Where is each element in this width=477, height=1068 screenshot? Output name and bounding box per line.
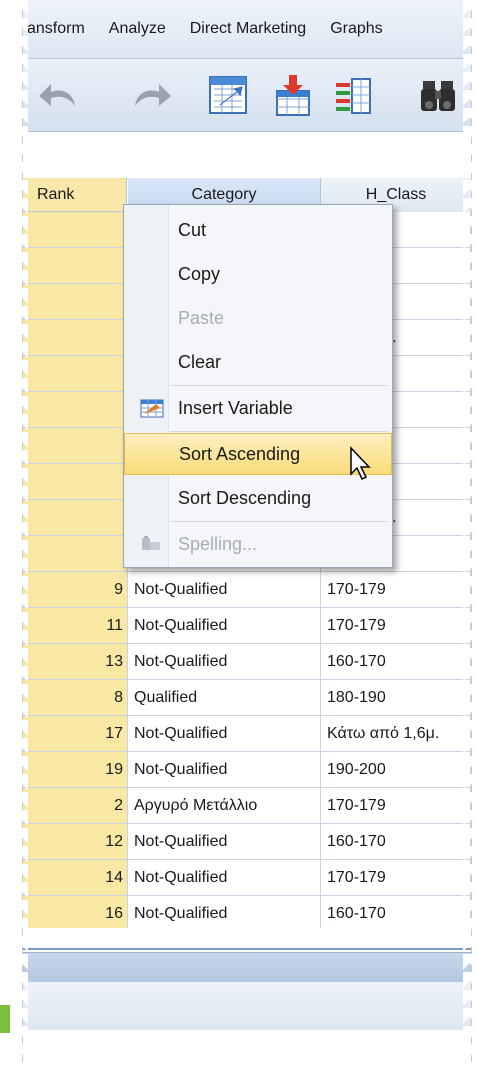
- table-row: 12 Not-Qualified 160-170: [23, 824, 471, 860]
- cell-category[interactable]: Not-Qualified: [128, 644, 321, 680]
- menu-item-sort-descending[interactable]: Sort Descending: [124, 477, 392, 519]
- insert-variable-icon: [140, 398, 164, 418]
- green-status-marker: [0, 1005, 10, 1033]
- menu-item-spelling: Spelling...: [124, 523, 392, 565]
- table-row: 9 Not-Qualified 170-179: [23, 572, 471, 608]
- find-icon[interactable]: [413, 69, 465, 121]
- table-row: 2 Αργυρό Μετάλλιο 170-179: [23, 788, 471, 824]
- cell-h-class[interactable]: 160-170: [321, 644, 471, 680]
- context-menu: Cut Copy Paste Clear Insert Variable Sor…: [123, 204, 393, 568]
- menu-item-copy-label: Copy: [178, 263, 221, 284]
- status-bar: [23, 1030, 471, 1068]
- cell-rank[interactable]: [23, 500, 128, 536]
- cell-rank[interactable]: 14: [23, 860, 128, 896]
- cell-rank[interactable]: 9: [23, 572, 128, 608]
- menu-item-clear[interactable]: Clear: [124, 341, 392, 383]
- table-row: 14 Not-Qualified 170-179: [23, 860, 471, 896]
- cell-rank[interactable]: 16: [23, 896, 128, 932]
- cell-h-class[interactable]: 190-200: [321, 752, 471, 788]
- cell-rank[interactable]: [23, 428, 128, 464]
- cell-rank[interactable]: [23, 356, 128, 392]
- grid-bottom-gap: [23, 928, 471, 950]
- spelling-icon: [140, 534, 164, 554]
- cell-rank[interactable]: 8: [23, 680, 128, 716]
- cell-category[interactable]: Not-Qualified: [128, 860, 321, 896]
- cell-h-class[interactable]: 170-179: [321, 608, 471, 644]
- go-to-case-icon[interactable]: [199, 69, 257, 121]
- column-header-rank[interactable]: Rank: [23, 178, 127, 212]
- cell-h-class[interactable]: 170-179: [321, 788, 471, 824]
- menu-bar: ansform Analyze Direct Marketing Graphs: [23, 0, 471, 59]
- torn-edge-left: [14, 0, 28, 1068]
- cell-category[interactable]: Not-Qualified: [128, 896, 321, 932]
- cell-h-class[interactable]: 170-179: [321, 572, 471, 608]
- table-row: 17 Not-Qualified Κάτω από 1,6μ.: [23, 716, 471, 752]
- cell-category[interactable]: Qualified: [128, 680, 321, 716]
- cell-rank[interactable]: 13: [23, 644, 128, 680]
- cell-rank[interactable]: 17: [23, 716, 128, 752]
- redo-icon[interactable]: [121, 69, 181, 121]
- cell-h-class[interactable]: 160-170: [321, 824, 471, 860]
- cell-h-class[interactable]: Κάτω από 1,6μ.: [321, 716, 471, 752]
- menu-direct-marketing[interactable]: Direct Marketing: [178, 20, 318, 38]
- cell-category[interactable]: Not-Qualified: [128, 572, 321, 608]
- menu-item-sort-ascending-label: Sort Ascending: [179, 443, 301, 464]
- menu-separator: [170, 385, 388, 386]
- menu-graphs[interactable]: Graphs: [318, 20, 394, 38]
- data-editor-window: ansform Analyze Direct Marketing Graphs: [22, 0, 472, 1068]
- menu-item-spelling-label: Spelling...: [178, 533, 258, 554]
- menu-separator: [170, 521, 388, 522]
- menu-item-paste: Paste: [124, 297, 392, 339]
- cell-rank[interactable]: [23, 536, 128, 572]
- menu-analyze[interactable]: Analyze: [97, 20, 178, 38]
- table-row: 8 Qualified 180-190: [23, 680, 471, 716]
- variables-icon[interactable]: [328, 69, 380, 121]
- cell-category[interactable]: Not-Qualified: [128, 752, 321, 788]
- cell-h-class[interactable]: 170-179: [321, 860, 471, 896]
- insert-cases-icon[interactable]: [267, 69, 319, 121]
- mouse-pointer-icon: [350, 446, 371, 481]
- cell-h-class[interactable]: 180-190: [321, 680, 471, 716]
- menu-item-clear-label: Clear: [178, 351, 222, 372]
- cell-h-class[interactable]: 160-170: [321, 896, 471, 932]
- menu-item-copy[interactable]: Copy: [124, 253, 392, 295]
- view-tabs-area: [23, 982, 471, 1031]
- cell-rank[interactable]: 19: [23, 752, 128, 788]
- cell-rank[interactable]: [23, 212, 128, 248]
- horizontal-scrollbar[interactable]: [23, 952, 471, 983]
- cell-editor-strip[interactable]: [23, 132, 471, 179]
- table-row: 11 Not-Qualified 170-179: [23, 608, 471, 644]
- cell-category[interactable]: Not-Qualified: [128, 824, 321, 860]
- cell-rank[interactable]: [23, 392, 128, 428]
- menu-item-cut[interactable]: Cut: [124, 209, 392, 251]
- cell-category[interactable]: Αργυρό Μετάλλιο: [128, 788, 321, 824]
- cell-rank[interactable]: [23, 320, 128, 356]
- menu-item-insert-variable-label: Insert Variable: [178, 397, 293, 418]
- cell-category[interactable]: Not-Qualified: [128, 608, 321, 644]
- cell-rank[interactable]: [23, 248, 128, 284]
- menu-item-sort-descending-label: Sort Descending: [178, 487, 312, 508]
- menu-item-paste-label: Paste: [178, 307, 225, 328]
- table-row: 16 Not-Qualified 160-170: [23, 896, 471, 932]
- toolbar: [23, 59, 471, 132]
- menu-transform[interactable]: ansform: [23, 20, 97, 38]
- torn-edge-right: [463, 0, 477, 1068]
- menu-item-cut-label: Cut: [178, 219, 207, 240]
- menu-separator: [170, 431, 388, 432]
- cell-rank[interactable]: [23, 284, 128, 320]
- cell-category[interactable]: Not-Qualified: [128, 716, 321, 752]
- cell-rank[interactable]: 2: [23, 788, 128, 824]
- cell-rank[interactable]: 11: [23, 608, 128, 644]
- table-row: 19 Not-Qualified 190-200: [23, 752, 471, 788]
- table-row: 13 Not-Qualified 160-170: [23, 644, 471, 680]
- cell-rank[interactable]: [23, 464, 128, 500]
- cell-rank[interactable]: 12: [23, 824, 128, 860]
- undo-icon[interactable]: [29, 69, 89, 121]
- menu-item-insert-variable[interactable]: Insert Variable: [124, 387, 392, 429]
